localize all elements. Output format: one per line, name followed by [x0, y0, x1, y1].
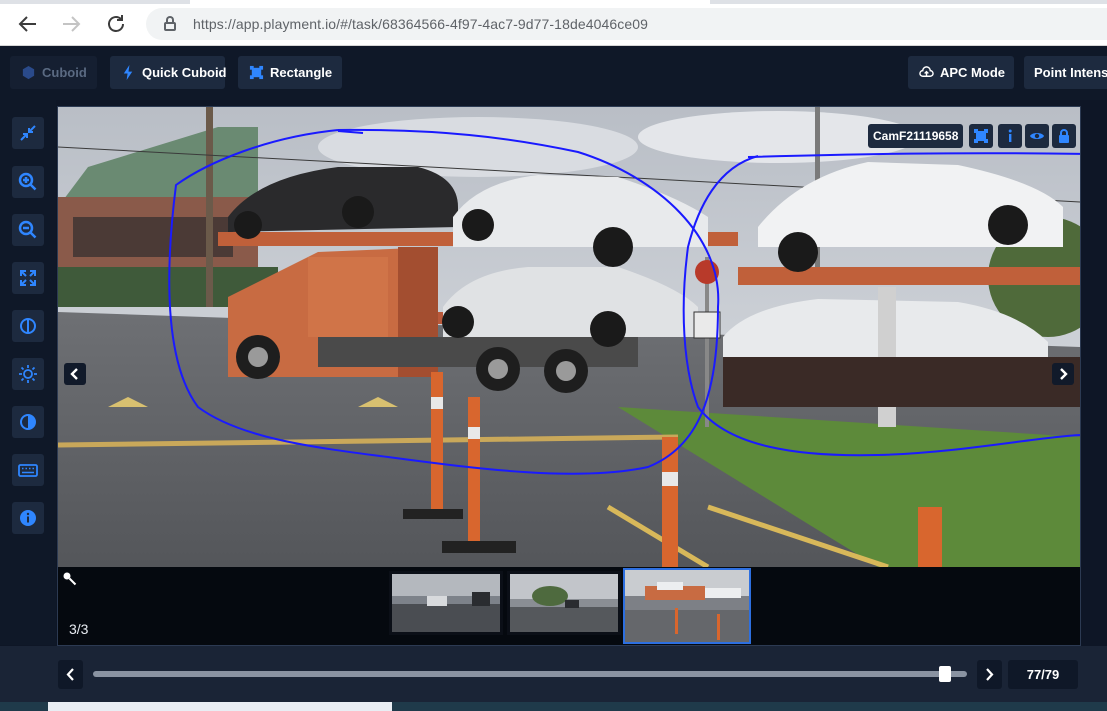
- camera-visibility-button[interactable]: [1025, 124, 1049, 148]
- cuboid-label: Cuboid: [42, 65, 87, 80]
- fit-screen-icon: [20, 270, 36, 286]
- split-view-icon: [20, 318, 36, 334]
- lock-icon[interactable]: [164, 16, 176, 32]
- brightness-icon: [19, 365, 37, 383]
- chevron-right-icon: [1060, 368, 1068, 380]
- image-viewer: CamF21119658 3/3: [57, 106, 1081, 646]
- camera-thumbnail-2[interactable]: [507, 571, 621, 635]
- next-image-button[interactable]: [1052, 363, 1074, 385]
- zoom-out-icon: [18, 220, 37, 239]
- taskbar-window[interactable]: [48, 702, 392, 711]
- camera-lock-button[interactable]: [1052, 124, 1076, 148]
- magnifier-icon[interactable]: [62, 571, 78, 587]
- eye-icon: [1030, 133, 1044, 139]
- keyboard-shortcuts-button[interactable]: [12, 454, 44, 486]
- zoom-out-button[interactable]: [12, 214, 44, 246]
- camera-fit-button[interactable]: [969, 124, 993, 148]
- collapse-button[interactable]: [12, 117, 44, 149]
- fit-screen-button[interactable]: [12, 262, 44, 294]
- camera-image[interactable]: CamF21119658: [58, 107, 1080, 567]
- contrast-icon: [20, 414, 36, 430]
- camera-frame-counter: 3/3: [69, 621, 89, 637]
- active-tab[interactable]: [190, 0, 710, 4]
- split-view-button[interactable]: [12, 310, 44, 342]
- collapse-icon: [20, 125, 36, 141]
- cube-icon: [22, 65, 35, 80]
- quick-cuboid-button[interactable]: Quick Cuboid: [110, 56, 227, 89]
- rectangle-label: Rectangle: [270, 65, 333, 80]
- point-intensity-label: Point Intensit: [1034, 65, 1107, 80]
- view-tools-rail: [0, 100, 56, 645]
- rectangle-button[interactable]: Rectangle: [238, 56, 342, 89]
- rectangle-select-icon: [974, 129, 988, 143]
- camera-thumbnail-strip: 3/3: [58, 567, 1080, 645]
- frame-slider-track[interactable]: [93, 671, 967, 677]
- brightness-button[interactable]: [12, 358, 44, 390]
- chevron-left-icon: [66, 668, 74, 681]
- lock-icon: [1059, 129, 1069, 143]
- contrast-button[interactable]: [12, 406, 44, 438]
- os-taskbar: [0, 702, 1107, 711]
- chevron-left-icon: [70, 368, 78, 380]
- address-bar[interactable]: https://app.playment.io/#/task/68364566-…: [146, 8, 1107, 40]
- reload-icon: [108, 15, 124, 32]
- url-text[interactable]: https://app.playment.io/#/task/68364566-…: [193, 16, 648, 32]
- camera-label: CamF21119658: [868, 124, 964, 148]
- forward-button[interactable]: [59, 12, 83, 36]
- cloud-upload-icon: [919, 66, 934, 77]
- cuboid-button[interactable]: Cuboid: [10, 56, 97, 89]
- previous-image-button[interactable]: [64, 363, 86, 385]
- frame-position-label: 77/79: [1008, 660, 1078, 689]
- point-intensity-button[interactable]: Point Intensit: [1024, 56, 1107, 89]
- camera-info-button[interactable]: [998, 124, 1022, 148]
- back-button[interactable]: [16, 12, 40, 36]
- camera-thumbnail-3[interactable]: [623, 568, 751, 644]
- zoom-in-icon: [18, 172, 37, 191]
- arrow-right-icon: [63, 16, 81, 32]
- thumbnail-image: [510, 574, 618, 632]
- zoom-in-button[interactable]: [12, 166, 44, 198]
- info-icon: [20, 510, 36, 526]
- frame-timeline: 77/79: [0, 646, 1107, 702]
- camera-thumbnail-1[interactable]: [389, 571, 503, 635]
- annotation-toolbar: Cuboid Quick Cuboid Rectangle APC Mode P…: [0, 46, 1107, 100]
- apc-mode-button[interactable]: APC Mode: [908, 56, 1014, 89]
- quick-cuboid-label: Quick Cuboid: [142, 65, 227, 80]
- thumbnail-image: [625, 570, 749, 642]
- street-scene-image: [58, 107, 1080, 567]
- thumbnail-image: [392, 574, 500, 632]
- keyboard-icon: [18, 464, 38, 477]
- lightning-icon: [123, 65, 133, 80]
- tab-strip: [0, 0, 1107, 4]
- rectangle-select-icon: [249, 65, 264, 80]
- frame-slider-handle[interactable]: [938, 666, 951, 682]
- next-frame-button[interactable]: [977, 660, 1002, 689]
- previous-frame-button[interactable]: [58, 660, 83, 689]
- info-icon: [1008, 129, 1012, 142]
- arrow-left-icon: [18, 16, 36, 32]
- browser-toolbar: https://app.playment.io/#/task/68364566-…: [0, 0, 1107, 46]
- apc-mode-label: APC Mode: [940, 65, 1005, 80]
- info-button[interactable]: [12, 502, 44, 534]
- chevron-right-icon: [986, 668, 994, 681]
- reload-button[interactable]: [104, 12, 128, 36]
